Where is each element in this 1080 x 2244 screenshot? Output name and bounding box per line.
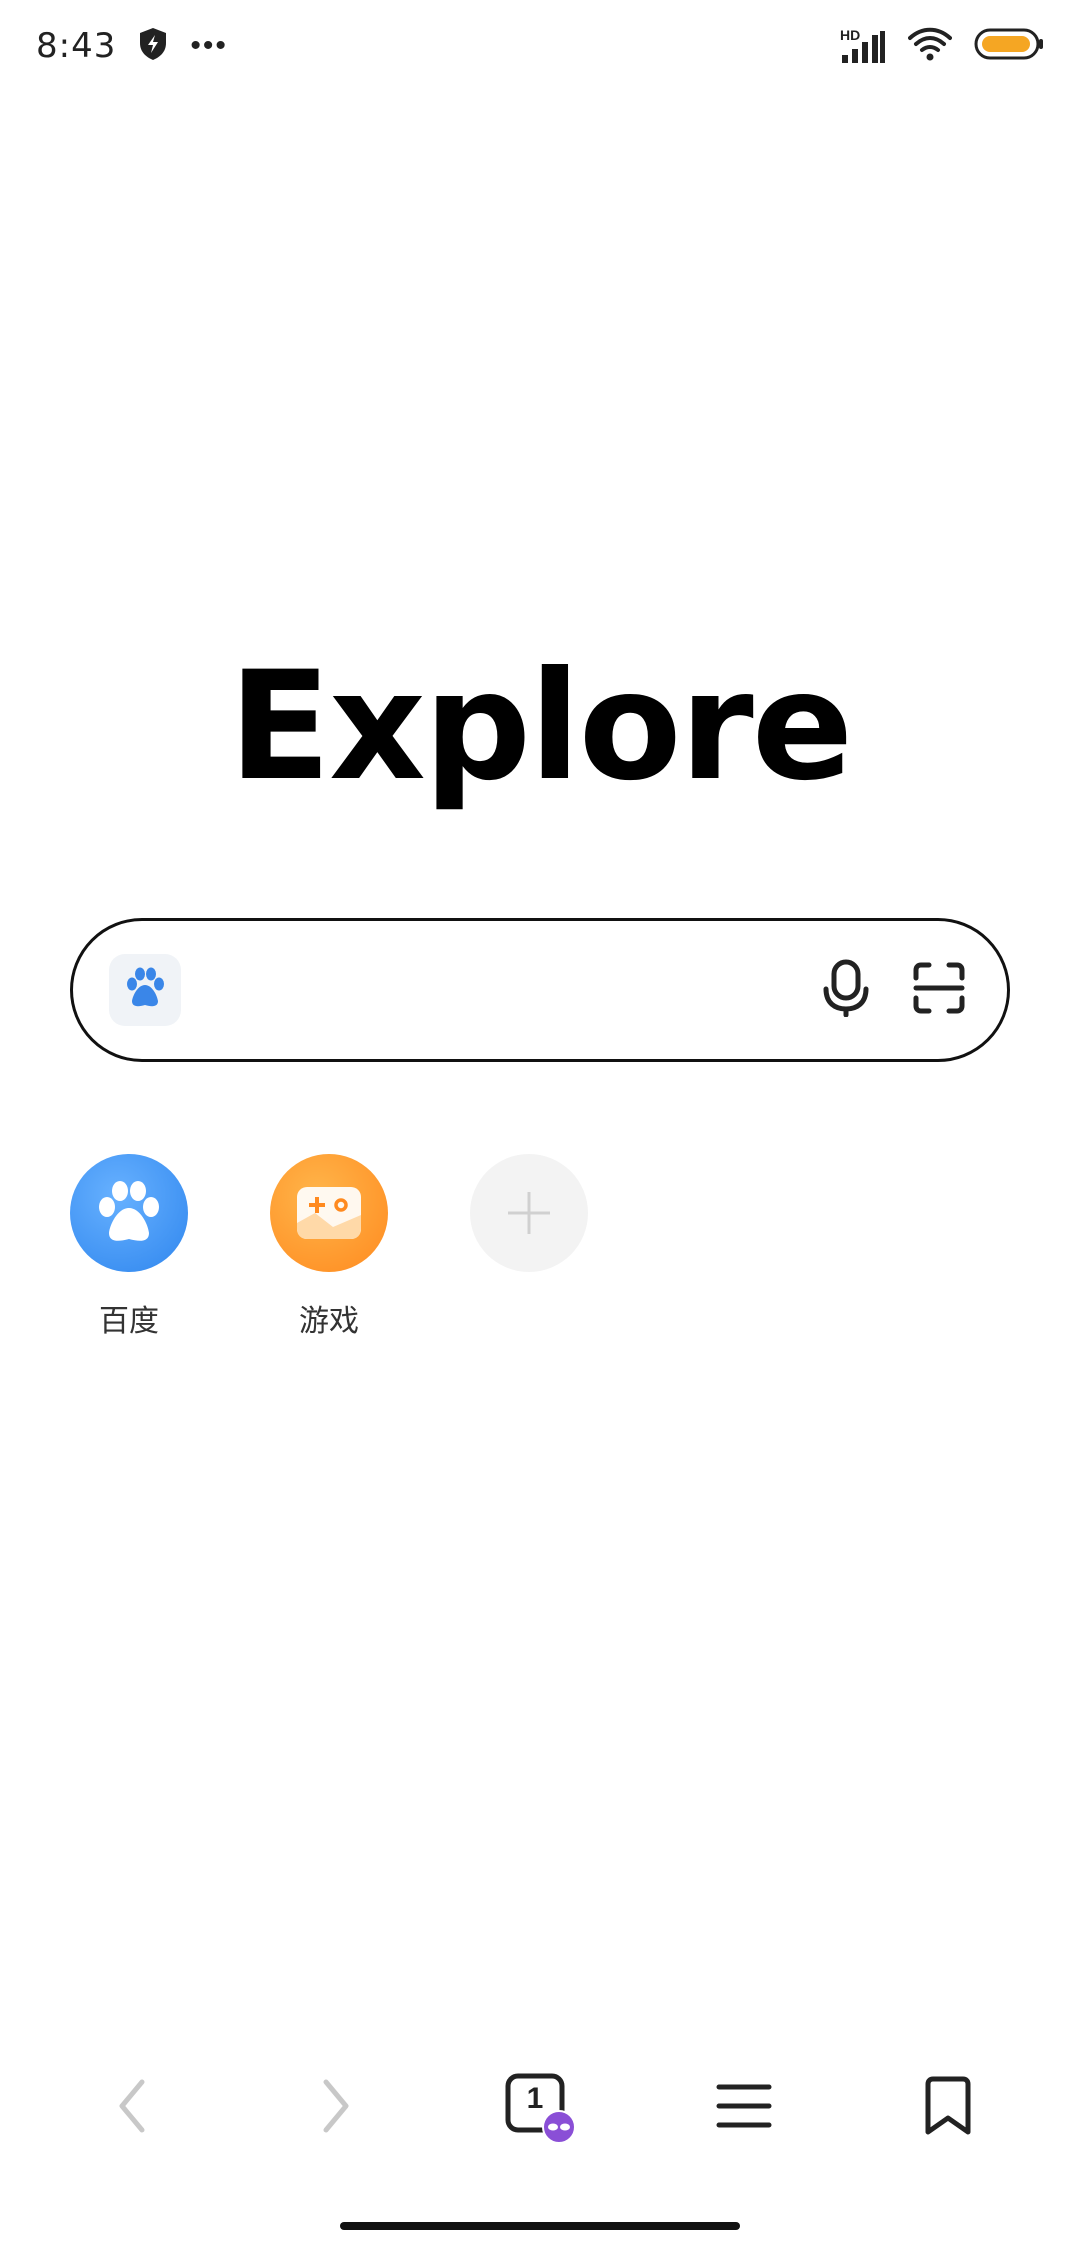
menu-button[interactable] (694, 2060, 794, 2156)
plus-icon (470, 1154, 588, 1272)
status-left: 8:43 ••• (36, 26, 228, 66)
gamepad-icon (270, 1154, 388, 1272)
search-engine-button[interactable] (109, 954, 181, 1026)
tabs-button[interactable]: 1 (490, 2060, 590, 2156)
incognito-icon (542, 2110, 576, 2149)
bottom-nav: 1 (0, 2060, 1080, 2156)
baidu-paw-icon (123, 967, 167, 1014)
status-right: HD (840, 27, 1044, 66)
status-bar: 8:43 ••• HD (0, 0, 1080, 92)
status-time: 8:43 (36, 26, 117, 66)
shortcut-baidu[interactable]: 百度 (70, 1154, 188, 1340)
shortcut-label: 游戏 (299, 1304, 359, 1339)
explore-logo: Explore (0, 640, 1080, 814)
search-actions (823, 959, 965, 1022)
battery-icon (974, 27, 1044, 66)
logo-text: Explore (228, 640, 854, 814)
tabs-icon: 1 (504, 2072, 576, 2144)
shortcut-games[interactable]: 游戏 (270, 1154, 388, 1340)
bookmark-icon (922, 2076, 974, 2141)
signal-icon: HD (840, 27, 886, 63)
wifi-icon (908, 27, 952, 66)
shortcut-label: 百度 (99, 1304, 159, 1339)
back-icon (116, 2078, 148, 2139)
menu-icon (716, 2082, 772, 2135)
more-dots-icon: ••• (190, 29, 228, 62)
shield-icon (138, 27, 168, 66)
baidu-paw-icon (70, 1154, 188, 1272)
scan-icon[interactable] (913, 962, 965, 1019)
forward-icon (320, 2078, 352, 2139)
search-bar[interactable] (70, 918, 1010, 1062)
home-indicator[interactable] (340, 2222, 740, 2230)
microphone-icon[interactable] (823, 959, 869, 1022)
browser-screen: 8:43 ••• HD Explore 百度 游戏 1 (0, 0, 1080, 2244)
back-button[interactable] (82, 2060, 182, 2156)
bookmarks-button[interactable] (898, 2060, 998, 2156)
shortcut-grid: 百度 游戏 (70, 1154, 588, 1340)
search-input[interactable] (181, 950, 823, 1030)
add-shortcut-button[interactable] (470, 1154, 588, 1340)
forward-button[interactable] (286, 2060, 386, 2156)
